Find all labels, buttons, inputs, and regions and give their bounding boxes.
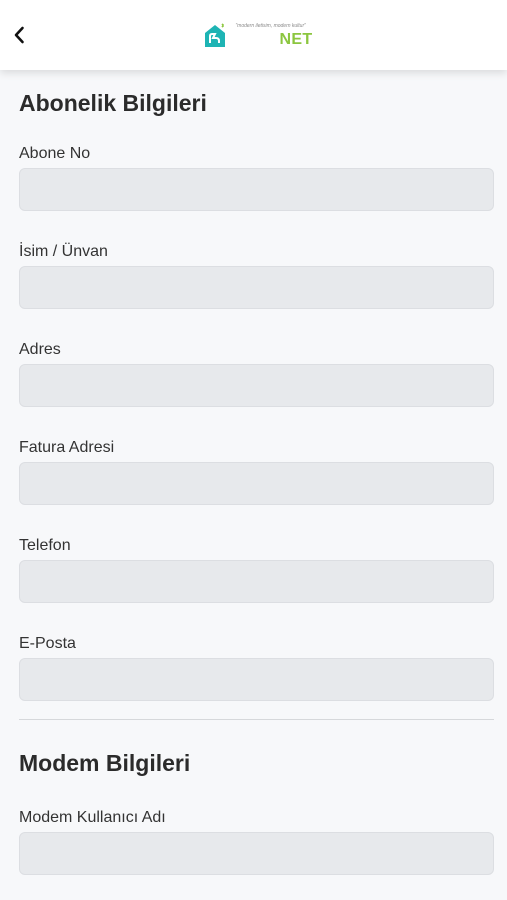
form-content: Abonelik Bilgileri Abone No İsim / Ünvan… <box>19 70 494 875</box>
billing-address-label: Fatura Adresi <box>19 439 115 456</box>
logo-tagline: “modern iletisim, modern kultur” <box>235 23 306 29</box>
logo-mark-icon <box>204 23 225 47</box>
modem-username-label: Modem Kullanıcı Adı <box>19 809 166 826</box>
subscriber-no-field[interactable] <box>19 168 494 211</box>
name-title-label: İsim / Ünvan <box>19 243 108 260</box>
phone-label: Telefon <box>19 537 71 554</box>
email-label: E-Posta <box>19 635 76 652</box>
address-label: Adres <box>19 341 61 358</box>
section-divider <box>19 719 494 720</box>
app-header: “modern iletisim, modern kultur” NET <box>0 0 507 70</box>
modem-username-field[interactable] <box>19 832 494 875</box>
subscription-section-title: Abonelik Bilgileri <box>19 90 207 116</box>
chevron-left-icon <box>14 26 24 44</box>
name-title-field[interactable] <box>19 266 494 309</box>
subscriber-no-label: Abone No <box>19 145 91 162</box>
address-field[interactable] <box>19 364 494 407</box>
billing-address-field[interactable] <box>19 462 494 505</box>
brand-logo: “modern iletisim, modern kultur” NET <box>202 21 314 49</box>
logo-text: “modern iletisim, modern kultur” NET <box>236 21 314 49</box>
back-button[interactable] <box>10 24 28 46</box>
logo-brand: NET <box>279 31 313 48</box>
phone-field[interactable] <box>19 560 494 603</box>
modem-section-title: Modem Bilgileri <box>19 750 191 776</box>
email-field[interactable] <box>19 658 494 701</box>
